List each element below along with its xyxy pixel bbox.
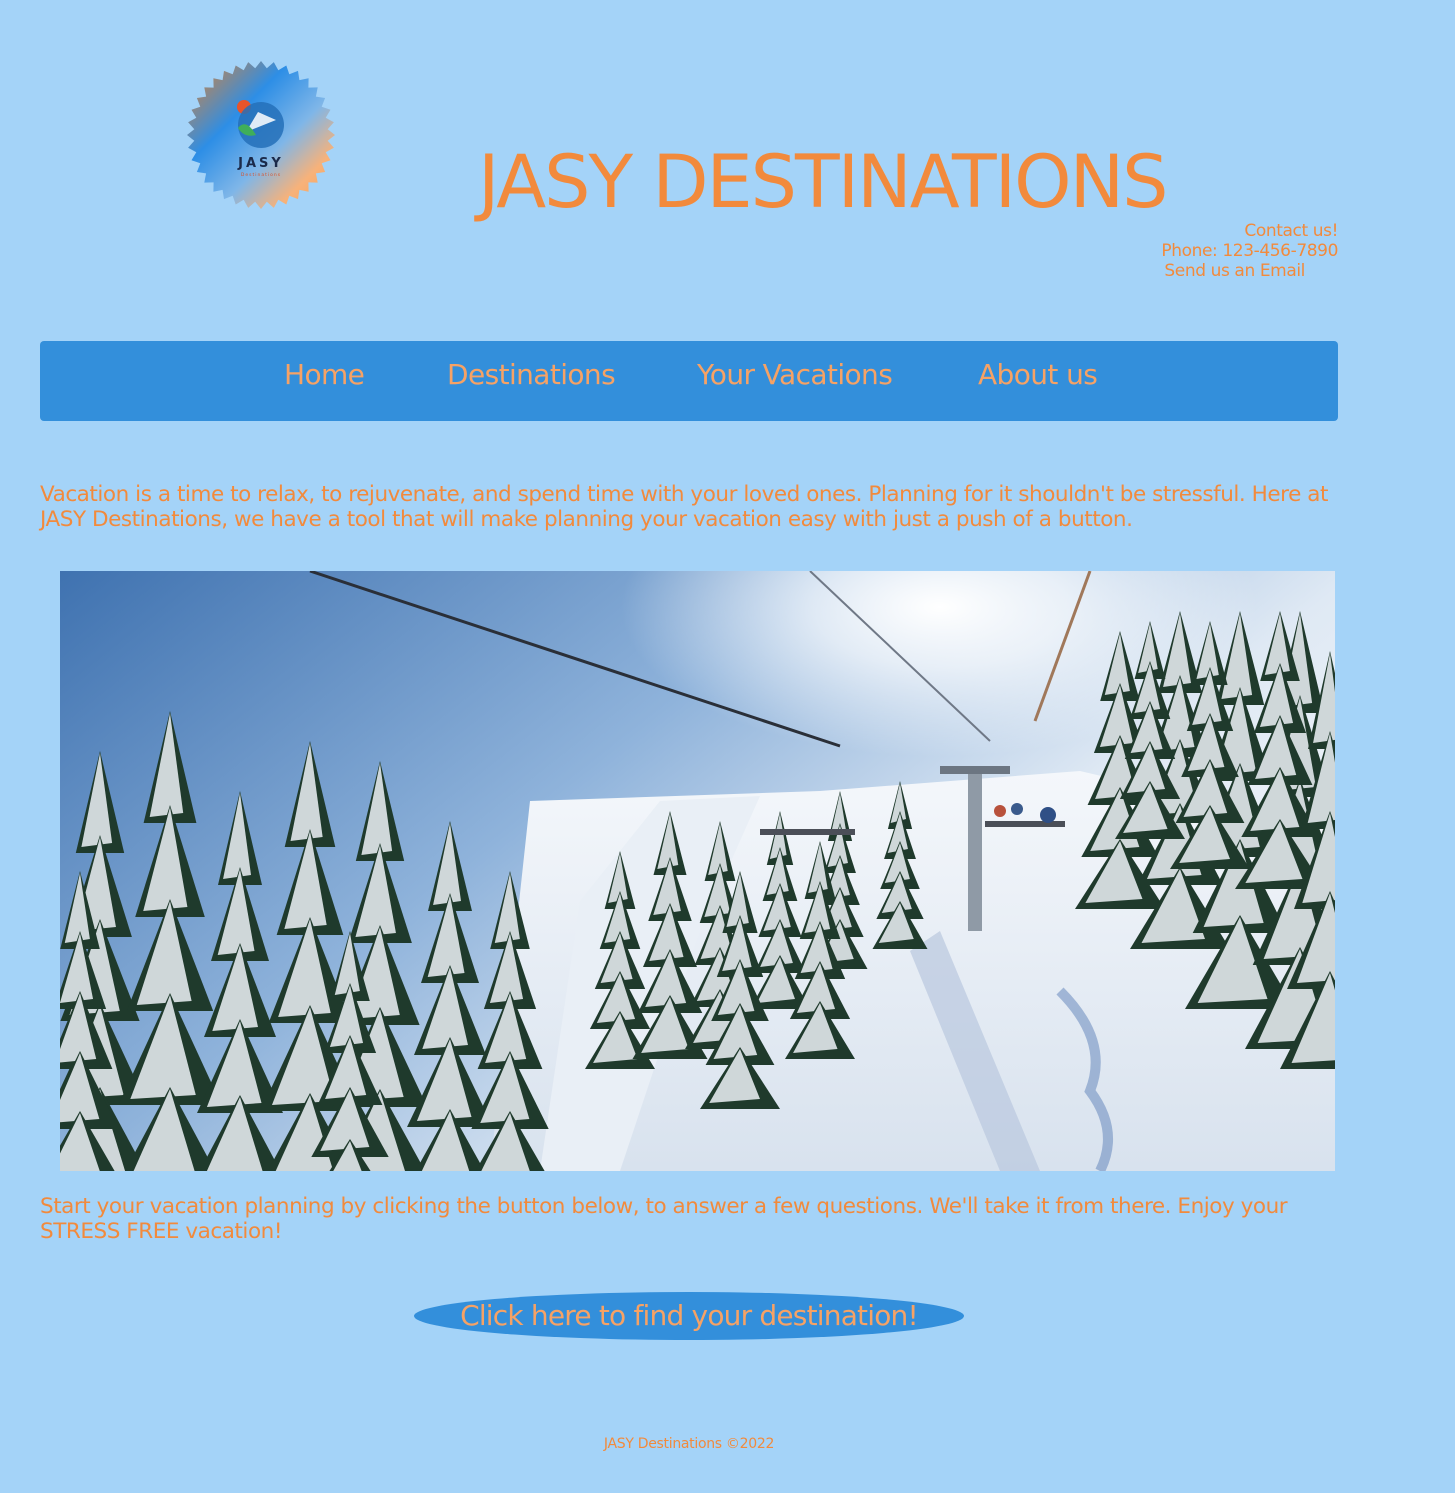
footer-copyright: JASY Destinations ©2022 bbox=[603, 1436, 775, 1452]
hero-rider-2 bbox=[1011, 803, 1023, 815]
find-destination-button[interactable]: Click here to find your destination! bbox=[414, 1292, 964, 1340]
main-navbar: Home Destinations Your Vacations About u… bbox=[40, 341, 1338, 421]
hero-rider-1 bbox=[994, 805, 1006, 817]
nav-item-your-vacations[interactable]: Your Vacations bbox=[697, 358, 893, 391]
nav-item-destinations[interactable]: Destinations bbox=[447, 358, 616, 391]
contact-heading: Contact us! bbox=[1244, 221, 1338, 241]
logo-subtext: Destinations bbox=[241, 172, 281, 178]
email-link[interactable]: Send us an Email bbox=[1161, 261, 1338, 281]
logo-text: JASY bbox=[237, 156, 284, 171]
hero-rider-3 bbox=[1040, 807, 1056, 823]
intro-paragraph: Vacation is a time to relax, to rejuvena… bbox=[40, 482, 1328, 532]
nav-item-about-us[interactable]: About us bbox=[978, 358, 1098, 391]
contact-phone: Phone: 123-456-7890 bbox=[1161, 241, 1338, 261]
hero-lift-tower bbox=[968, 771, 982, 931]
hero-chair-empty bbox=[760, 829, 855, 835]
outro-paragraph: Start your vacation planning by clicking… bbox=[40, 1194, 1288, 1244]
site-logo[interactable]: JASY Destinations bbox=[186, 60, 336, 210]
hero-lift-tower-crossbar bbox=[940, 766, 1010, 774]
contact-block: Contact us! Phone: 123-456-7890 Send us … bbox=[1161, 221, 1338, 281]
nav-item-home[interactable]: Home bbox=[284, 358, 365, 391]
hero-chair-riders bbox=[985, 821, 1065, 827]
hero-image-ski-lift bbox=[60, 571, 1335, 1171]
site-title: JASY DESTINATIONS bbox=[478, 140, 1169, 225]
